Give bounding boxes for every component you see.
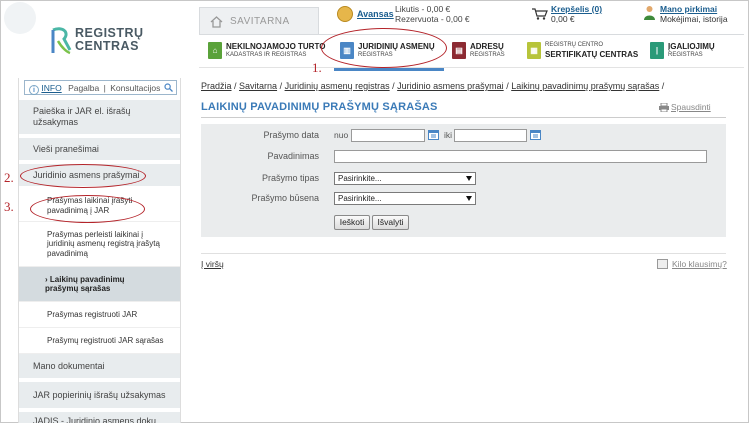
breadcrumb-pradzia[interactable]: Pradžia xyxy=(201,81,232,91)
print-link[interactable]: Spausdinti xyxy=(671,102,711,112)
active-tab-indicator xyxy=(334,68,444,71)
type-select-value: Pasirinkite... xyxy=(338,174,382,183)
sidebar-item-jar-popieriniu[interactable]: JAR popierinių išrašų užsakymas xyxy=(19,382,180,410)
savitarna-label: SAVITARNA xyxy=(230,16,290,27)
divider xyxy=(201,253,726,254)
annotation-ellipse-1 xyxy=(321,28,447,68)
user-icon xyxy=(644,6,655,20)
tab-title: NEKILNOJAMOJO TURTO xyxy=(226,42,326,51)
help-icon[interactable] xyxy=(657,259,668,269)
tab-title: SERTIFIKATŲ CENTRAS xyxy=(545,50,639,59)
pagalba-link[interactable]: Pagalba xyxy=(68,83,99,93)
sub-item-registruoti-jar-sarasas[interactable]: Prašymų registruoti JAR sąrašas xyxy=(19,328,180,354)
iki-label: iki xyxy=(444,130,453,140)
sidebar: i INFO Pagalba | Konsultacijos Paieška i… xyxy=(18,78,181,423)
sidebar-item-paieska[interactable]: Paieška ir JAR el. išrašų užsakymas xyxy=(19,100,180,136)
annotation-ellipse-2 xyxy=(20,164,146,188)
cart-icon[interactable] xyxy=(532,8,548,20)
tab-adresu[interactable]: ▤ ADRESŲ REGISTRAS xyxy=(452,39,517,65)
nuo-label: nuo xyxy=(334,130,349,140)
search-form: Prašymo data nuo iki Pavadinimas Prašymo… xyxy=(201,124,726,237)
annotation-number-1: 1. xyxy=(312,60,322,75)
date-to-input[interactable] xyxy=(454,129,527,142)
name-input[interactable] xyxy=(334,150,707,163)
registry-tabs: ⌂ NEKILNOJAMOJO TURTO KADASTRAS IR REGIS… xyxy=(199,34,744,71)
rezervuota-text: Rezervuota - 0,00 € xyxy=(395,14,470,24)
konsultacijos-link[interactable]: Konsultacijos xyxy=(110,83,160,93)
page-title: LAIKINŲ PAVADINIMŲ PRAŠYMŲ SĄRAŠAS xyxy=(201,101,438,113)
status-label: Prašymo būsena xyxy=(251,193,319,203)
info-search-bar[interactable]: i INFO Pagalba | Konsultacijos xyxy=(24,80,177,95)
calendar-icon[interactable] xyxy=(428,129,439,140)
annotation-ellipse-3 xyxy=(30,195,145,223)
tab-igaliojimu[interactable]: | ĮGALIOJIMŲ REGISTRAS xyxy=(650,39,720,65)
coins-icon xyxy=(337,6,353,22)
date-from-input[interactable] xyxy=(351,129,425,142)
real-estate-registry-icon: ⌂ xyxy=(208,42,222,59)
type-select[interactable]: Pasirinkite... xyxy=(334,172,476,185)
breadcrumb-laikinu-pavadinimu[interactable]: Laikinų pavadinimų prašymų sąrašas xyxy=(511,81,659,91)
avansas-link[interactable]: Avansas xyxy=(357,9,394,19)
mano-pirkimai-sub: Mokėjimai, istorija xyxy=(660,14,728,24)
tab-subtitle: REGISTRAS xyxy=(668,52,703,58)
info-icon: i xyxy=(29,85,39,95)
breadcrumb-juridiniu-asmenu-registras[interactable]: Juridinių asmenų registras xyxy=(285,81,390,91)
date-label: Prašymo data xyxy=(263,130,319,140)
sidebar-item-viesi-pranesimai[interactable]: Vieši pranešimai xyxy=(19,138,180,162)
clear-button[interactable]: Išvalyti xyxy=(372,215,409,230)
logo-mark-icon xyxy=(51,27,72,55)
balance-info: Likutis - 0,00 € Rezervuota - 0,00 € xyxy=(395,4,470,24)
tab-sertifikatu-centras[interactable]: ▦ REGISTRŲ CENTRO SERTIFIKATŲ CENTRAS xyxy=(527,39,638,65)
annotation-number-3: 3. xyxy=(4,199,14,214)
krepselis-link[interactable]: Krepšelis (0) xyxy=(551,4,602,14)
help-link[interactable]: Kilo klausimų? xyxy=(672,259,727,269)
tab-subtitle: KADASTRAS IR REGISTRAS xyxy=(226,52,307,58)
breadcrumb: Pradžia / Savitarna / Juridinių asmenų r… xyxy=(201,81,665,91)
back-to-top-link[interactable]: Į viršų xyxy=(201,259,224,269)
tab-title: ADRESŲ xyxy=(470,42,504,51)
search-icon[interactable] xyxy=(164,83,173,92)
address-registry-icon: ▤ xyxy=(452,42,466,59)
decorative-circle xyxy=(4,2,36,34)
tab-nekilnojamojo-turto[interactable]: ⌂ NEKILNOJAMOJO TURTO KADASTRAS IR REGIS… xyxy=(208,39,325,65)
savitarna-tab[interactable]: SAVITARNA xyxy=(199,7,319,35)
tab-subtitle: REGISTRŲ CENTRO xyxy=(545,42,604,48)
logo-text: REGISTRŲ CENTRAS xyxy=(75,26,144,53)
cart-info: Krepšelis (0) 0,00 € xyxy=(551,4,602,24)
status-select[interactable]: Pasirinkite... xyxy=(334,192,476,205)
tab-subtitle: REGISTRAS xyxy=(470,52,505,58)
mano-pirkimai-link[interactable]: Mano pirkimai xyxy=(660,4,717,14)
status-select-value: Pasirinkite... xyxy=(338,194,382,203)
sub-item-perleisti-pavadinima[interactable]: Prašymas perleisti laikinai į juridinių … xyxy=(19,222,180,267)
search-button[interactable]: Ieškoti xyxy=(334,215,370,230)
type-label: Prašymo tipas xyxy=(261,173,319,183)
mano-pirkimai: Mano pirkimai Mokėjimai, istorija xyxy=(660,4,728,24)
breadcrumb-juridinio-asmens-prasymai[interactable]: Juridinio asmens prašymai xyxy=(397,81,504,91)
krepselis-sum: 0,00 € xyxy=(551,14,575,24)
breadcrumb-savitarna[interactable]: Savitarna xyxy=(239,81,277,91)
calendar-icon[interactable] xyxy=(530,129,541,140)
dropdown-arrow-icon xyxy=(466,196,472,201)
divider xyxy=(201,117,726,118)
annotation-number-2: 2. xyxy=(4,170,14,185)
home-icon xyxy=(210,16,223,28)
info-link[interactable]: INFO xyxy=(41,83,61,93)
sidebar-item-mano-dokumentai[interactable]: Mano dokumentai xyxy=(19,354,180,380)
top-bar: SAVITARNA Avansas Likutis - 0,00 € Rezer… xyxy=(199,4,744,35)
sidebar-item-jadis[interactable]: JADIS - Juridinio asmens dokų xyxy=(19,412,180,423)
registru-centras-logo[interactable]: REGISTRŲ CENTRAS xyxy=(50,24,170,58)
certificate-center-icon: ▦ xyxy=(527,42,541,59)
name-label: Pavadinimas xyxy=(267,151,319,161)
printer-icon[interactable] xyxy=(659,103,669,112)
sub-item-registruoti-jar[interactable]: Prašymas registruoti JAR xyxy=(19,302,180,328)
likutis-text: Likutis - 0,00 € xyxy=(395,4,451,14)
tab-title: ĮGALIOJIMŲ xyxy=(668,42,715,51)
sub-item-laikinu-pavadinimu-sarasas[interactable]: › Laikinų pavadinimų prašymų sąrašas xyxy=(19,267,180,302)
power-of-attorney-registry-icon: | xyxy=(650,42,664,59)
dropdown-arrow-icon xyxy=(466,176,472,181)
